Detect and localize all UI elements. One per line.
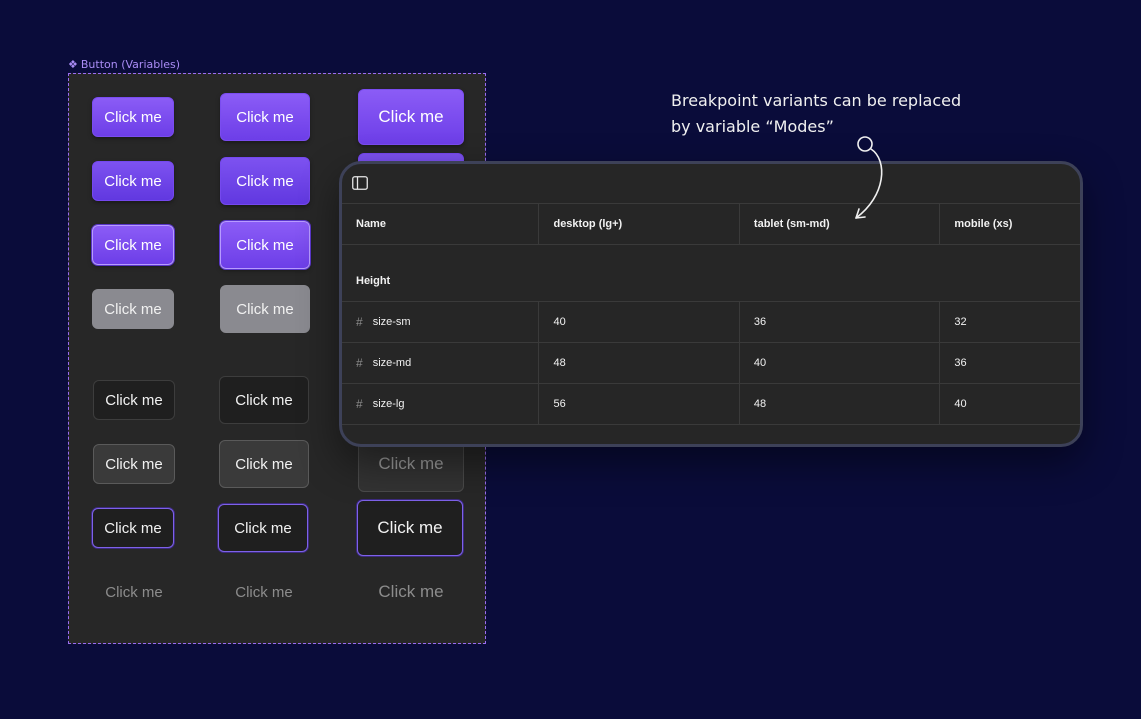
button-primary-focus-md[interactable]: Click me [220, 221, 310, 269]
button-secondary-focus-sm[interactable]: Click me [92, 508, 174, 548]
table-row[interactable]: # size-sm 40 36 32 [342, 302, 1080, 343]
group-row-height: Height [342, 245, 1080, 302]
variable-name-cell[interactable]: # size-md [342, 343, 540, 383]
button-secondary-sm[interactable]: Click me [93, 380, 175, 420]
button-primary-hover-md[interactable]: Click me [220, 157, 310, 205]
button-primary-hover-sm[interactable]: Click me [92, 161, 174, 201]
annotation-line-2: by variable “Modes” [671, 117, 834, 136]
value-cell-mobile[interactable]: 32 [940, 302, 1080, 342]
column-header-mobile[interactable]: mobile (xs) [940, 204, 1080, 244]
value-cell-mobile[interactable]: 40 [940, 384, 1080, 424]
value-cell-tablet[interactable]: 36 [740, 302, 941, 342]
button-primary-disabled-sm[interactable]: Click me [92, 289, 174, 329]
button-primary-sm[interactable]: Click me [92, 97, 174, 137]
button-secondary-focus-md[interactable]: Click me [218, 504, 308, 552]
value-cell-mobile[interactable]: 36 [940, 343, 1080, 383]
value-cell-tablet[interactable]: 48 [740, 384, 941, 424]
number-variable-icon: # [356, 315, 363, 329]
sidebar-toggle-icon[interactable] [352, 176, 368, 190]
button-secondary-disabled-sm[interactable]: Click me [93, 572, 175, 612]
value-cell-desktop[interactable]: 48 [539, 343, 740, 383]
button-primary-focus-sm[interactable]: Click me [92, 225, 174, 265]
button-secondary-md[interactable]: Click me [219, 376, 309, 424]
table-row[interactable]: # size-md 48 40 36 [342, 343, 1080, 384]
component-set-label[interactable]: ❖ Button (Variables) [68, 58, 180, 72]
variable-name: size-md [372, 357, 412, 369]
annotation-line-1: Breakpoint variants can be replaced [671, 91, 962, 110]
group-label[interactable]: Height [342, 245, 1080, 301]
column-header-name[interactable]: Name [342, 204, 540, 244]
button-secondary-focus-lg[interactable]: Click me [357, 500, 463, 556]
variable-name-cell[interactable]: # size-lg [342, 384, 540, 424]
component-set-title: Button (Variables) [80, 58, 181, 71]
variable-name: size-lg [372, 398, 405, 410]
button-secondary-hover-sm[interactable]: Click me [93, 444, 175, 484]
button-primary-lg[interactable]: Click me [358, 89, 464, 145]
component-icon: ❖ [68, 58, 78, 71]
variables-toolbar [342, 164, 1080, 204]
table-row[interactable]: # size-lg 56 48 40 [342, 384, 1080, 425]
value-cell-tablet[interactable]: 40 [740, 343, 941, 383]
number-variable-icon: # [356, 356, 363, 370]
annotation-arrow-icon [855, 136, 883, 219]
value-cell-desktop[interactable]: 40 [539, 302, 740, 342]
variable-name-cell[interactable]: # size-sm [342, 302, 540, 342]
value-cell-desktop[interactable]: 56 [539, 384, 740, 424]
table-header-row: Name desktop (lg+) tablet (sm-md) mobile… [342, 204, 1080, 245]
column-header-desktop[interactable]: desktop (lg+) [539, 204, 740, 244]
button-secondary-hover-md[interactable]: Click me [219, 440, 309, 488]
button-secondary-disabled-md[interactable]: Click me [219, 568, 309, 616]
button-primary-md[interactable]: Click me [220, 93, 310, 141]
annotation-note: Breakpoint variants can be replaced by v… [671, 88, 991, 140]
button-primary-disabled-md[interactable]: Click me [220, 285, 310, 333]
variables-table-panel[interactable]: Name desktop (lg+) tablet (sm-md) mobile… [339, 161, 1083, 447]
variable-name: size-sm [372, 316, 411, 328]
number-variable-icon: # [356, 397, 363, 411]
button-secondary-disabled-lg[interactable]: Click me [358, 564, 464, 620]
